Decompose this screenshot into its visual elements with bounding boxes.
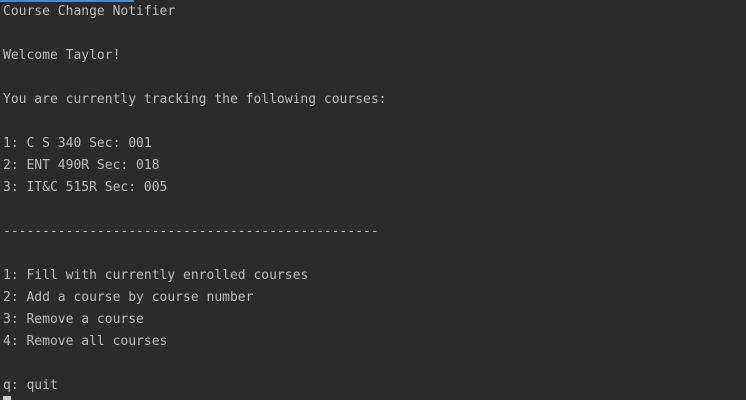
tracking-heading: You are currently tracking the following… [3, 92, 387, 107]
app-title: Course Change Notifier [3, 4, 176, 19]
menu-option: 3: Remove a course [3, 312, 144, 327]
menu-option: 4: Remove all courses [3, 334, 168, 349]
welcome-message: Welcome Taylor! [3, 48, 121, 63]
console-output: Course Change Notifier Welcome Taylor! Y… [0, 0, 746, 400]
menu-option: 1: Fill with currently enrolled courses [3, 268, 309, 283]
input-cursor[interactable] [3, 396, 11, 400]
tracked-course: 2: ENT 490R Sec: 018 [3, 158, 160, 173]
tracked-course: 1: C S 340 Sec: 001 [3, 136, 152, 151]
quit-option: q: quit [3, 378, 58, 393]
separator-line: ----------------------------------------… [3, 224, 379, 239]
tracked-course: 3: IT&C 515R Sec: 005 [3, 180, 168, 195]
menu-option: 2: Add a course by course number [3, 290, 254, 305]
